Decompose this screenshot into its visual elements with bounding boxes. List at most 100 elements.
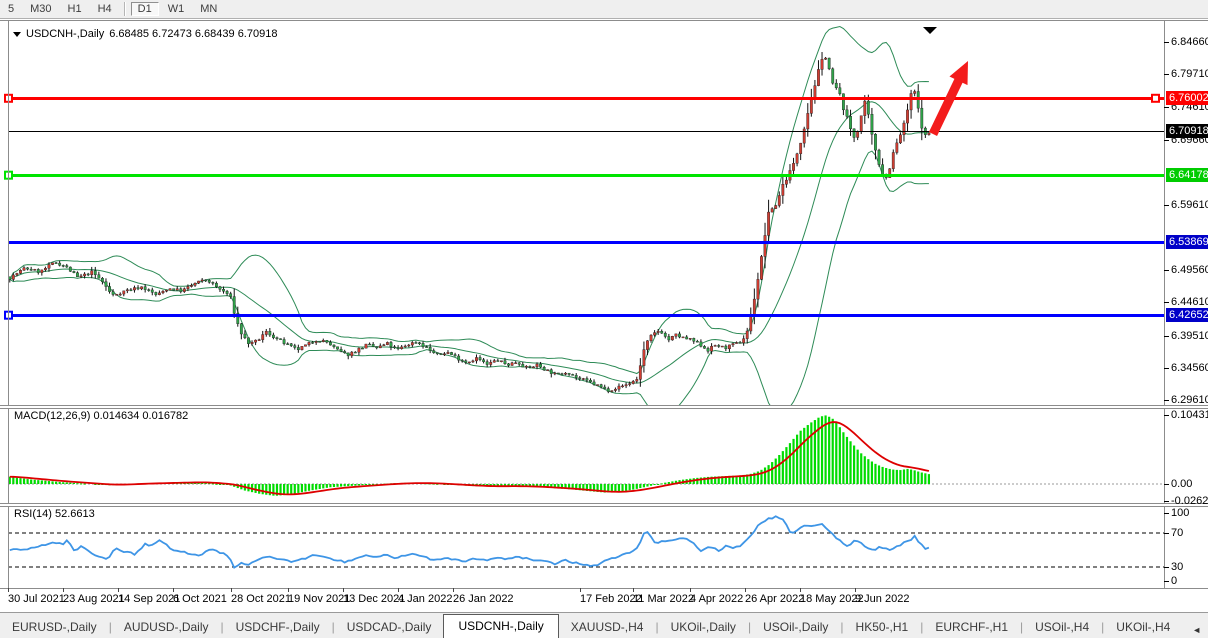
macd-tick-label: 0.104313 bbox=[1171, 408, 1208, 422]
candle bbox=[23, 268, 25, 270]
timeframe-button-mn[interactable]: MN bbox=[193, 2, 224, 16]
candle bbox=[397, 347, 399, 348]
macd-tick-label: 0.00 bbox=[1171, 477, 1192, 491]
chart-tab-ukoil-daily[interactable]: UKOil-,Daily bbox=[659, 616, 748, 638]
chart-tab-eurusd-daily[interactable]: EURUSD-,Daily bbox=[0, 616, 109, 638]
candle bbox=[571, 374, 573, 375]
date-tick bbox=[231, 588, 232, 592]
candle bbox=[123, 291, 125, 294]
candle bbox=[600, 385, 602, 387]
candle bbox=[336, 347, 338, 349]
price-badge-6.70918: 6.70918 bbox=[1166, 124, 1208, 138]
candle bbox=[372, 344, 374, 346]
candle bbox=[721, 346, 723, 347]
date-label: 9 Jun 2022 bbox=[855, 593, 909, 605]
candle bbox=[258, 340, 260, 341]
candle bbox=[205, 280, 207, 281]
chart-tab-usdcnh-daily[interactable]: USDCNH-,Daily bbox=[443, 614, 558, 638]
candle bbox=[219, 287, 221, 289]
candle bbox=[639, 366, 641, 380]
candle bbox=[347, 353, 349, 356]
rsi-indicator-label: RSI(14) 52.6613 bbox=[14, 508, 95, 520]
timeframe-button-m30[interactable]: M30 bbox=[23, 2, 58, 16]
chart-tab-audusd-daily[interactable]: AUDUSD-,Daily bbox=[112, 616, 221, 638]
candle bbox=[16, 273, 18, 275]
candle bbox=[568, 373, 570, 374]
toolbar-separator bbox=[124, 2, 126, 16]
candle bbox=[482, 360, 484, 362]
candle bbox=[532, 367, 534, 368]
candle bbox=[828, 58, 830, 69]
candle bbox=[429, 347, 431, 350]
price-tick-label: 6.59610 bbox=[1171, 198, 1208, 212]
price-tick bbox=[1164, 74, 1169, 75]
pane-divider2-main-macd bbox=[0, 408, 1208, 409]
chart-tab-ukoil-h4[interactable]: UKOil-,H4 bbox=[1104, 616, 1182, 638]
horizontal-line-6.70918[interactable] bbox=[8, 131, 1164, 132]
chart-tab-hk50-h1[interactable]: HK50-,H1 bbox=[844, 616, 921, 638]
candle bbox=[272, 335, 274, 338]
timeframe-button-d1[interactable]: D1 bbox=[131, 2, 159, 16]
candle bbox=[611, 391, 613, 392]
candle bbox=[194, 283, 196, 285]
candle bbox=[928, 133, 930, 135]
horizontal-line-6.76002[interactable] bbox=[8, 97, 1164, 100]
candle bbox=[636, 379, 638, 381]
candle bbox=[543, 367, 545, 370]
timeframe-button-5[interactable]: 5 bbox=[1, 2, 21, 16]
timeframe-button-h1[interactable]: H1 bbox=[61, 2, 89, 16]
timeframe-button-h4[interactable]: H4 bbox=[91, 2, 119, 16]
candle bbox=[383, 345, 385, 346]
candle bbox=[689, 338, 691, 339]
rsi-bottom-border bbox=[0, 588, 1208, 589]
price-tick bbox=[1164, 400, 1169, 401]
candle bbox=[561, 374, 563, 375]
candle bbox=[290, 344, 292, 346]
candle bbox=[233, 297, 235, 314]
chart-tab-eurchf-h1[interactable]: EURCHF-,H1 bbox=[923, 616, 1020, 638]
candle bbox=[906, 110, 908, 123]
date-label: 4 Apr 2022 bbox=[690, 593, 743, 605]
candle bbox=[433, 351, 435, 353]
candle bbox=[151, 290, 153, 292]
candle bbox=[468, 362, 470, 363]
chart-menu-triangle-icon bbox=[13, 32, 21, 37]
horizontal-line-6.42652[interactable] bbox=[8, 314, 1164, 317]
chart-tab-usoil-daily[interactable]: USOil-,Daily bbox=[751, 616, 840, 638]
timeframe-button-w1[interactable]: W1 bbox=[161, 2, 192, 16]
chart-area[interactable]: USDCNH-,Daily 6.68485 6.72473 6.68439 6.… bbox=[0, 19, 1208, 612]
candle bbox=[376, 347, 378, 348]
chart-tab-usoil-h4[interactable]: USOil-,H4 bbox=[1023, 616, 1101, 638]
chart-tab-usdchf-daily[interactable]: USDCHF-,Daily bbox=[224, 616, 332, 638]
tab-scroll-left-icon[interactable]: ◄ bbox=[1192, 625, 1201, 635]
date-tick bbox=[800, 588, 801, 592]
candle bbox=[319, 341, 321, 342]
candle bbox=[251, 342, 253, 343]
candle bbox=[190, 285, 192, 286]
candle bbox=[579, 378, 581, 379]
chart-tab-xauusd-h4[interactable]: XAUUSD-,H4 bbox=[559, 616, 656, 638]
candle bbox=[718, 345, 720, 346]
date-label: 28 Oct 2021 bbox=[231, 593, 291, 605]
candle bbox=[26, 268, 28, 269]
candle bbox=[675, 334, 677, 336]
rsi-tick-label: 100 bbox=[1171, 506, 1189, 520]
candle bbox=[493, 361, 495, 363]
candle bbox=[817, 69, 819, 85]
rsi-tick bbox=[1164, 513, 1169, 514]
candle bbox=[343, 351, 345, 352]
candle bbox=[792, 163, 794, 170]
candle bbox=[254, 340, 256, 342]
candle bbox=[539, 364, 541, 367]
horizontal-line-6.64178[interactable] bbox=[8, 174, 1164, 177]
horizontal-line-6.53869[interactable] bbox=[8, 241, 1164, 244]
candle bbox=[557, 373, 559, 374]
candle bbox=[757, 279, 759, 299]
candle bbox=[632, 381, 634, 383]
symbol-name: USDCNH-,Daily bbox=[26, 28, 104, 40]
chart-tab-usdcad-daily[interactable]: USDCAD-,Daily bbox=[335, 616, 444, 638]
candle bbox=[165, 290, 167, 291]
candle bbox=[436, 353, 438, 354]
candle bbox=[454, 355, 456, 356]
candle bbox=[322, 340, 324, 341]
